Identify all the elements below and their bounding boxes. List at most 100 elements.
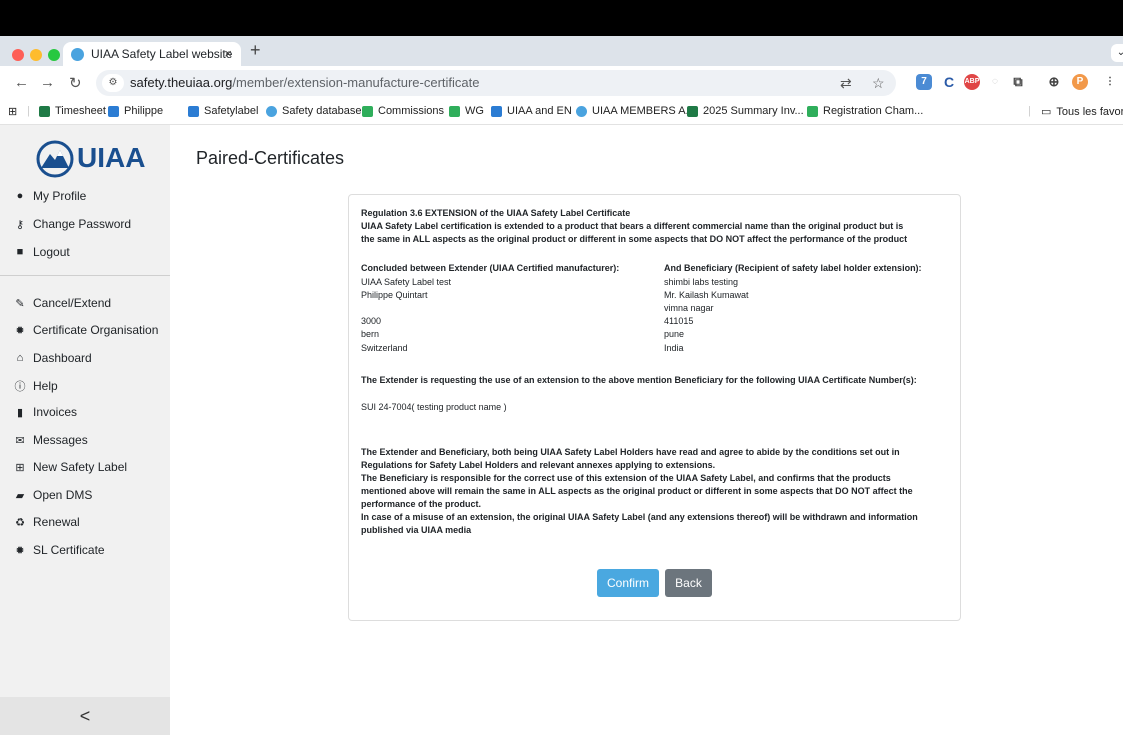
bookmarks-bar: ⊞ | Timesheet Philippe Safetylabel Safet…	[0, 100, 1123, 125]
address-row: ← → ↻ ⚙ safety.theuiaa.org/member/extens…	[0, 66, 1123, 100]
bookmark-item[interactable]: Registration Cham...	[807, 105, 923, 117]
tab-title: UIAA Safety Label website	[91, 47, 233, 61]
browser-tab[interactable]: UIAA Safety Label website ×	[63, 42, 241, 66]
all-bookmarks-folder[interactable]: ▭Tous les favoris	[1041, 105, 1123, 119]
sidebar-item-messages[interactable]: ✉ Messages	[14, 433, 87, 447]
sheets-icon	[807, 105, 818, 117]
bookmark-item[interactable]: Philippe	[108, 105, 163, 117]
file-icon: ▮	[16, 406, 24, 419]
forward-arrow-icon[interactable]: →	[40, 74, 55, 91]
extension-circle-icon[interactable]: ◌	[987, 74, 1003, 90]
lock-icon: ■	[16, 246, 24, 258]
bookmark-item[interactable]: Safety database	[266, 105, 362, 117]
extender-company: UIAA Safety Label test	[361, 277, 452, 287]
beneficiary-city: pune	[664, 329, 685, 339]
sidebar-divider	[0, 275, 170, 276]
home-icon: ⌂	[16, 352, 24, 364]
bookmark-item[interactable]: UIAA and EN	[491, 105, 572, 117]
bookmark-item[interactable]: Commissions	[362, 105, 444, 117]
sidebar-item-open-dms[interactable]: ▰ Open DMS	[14, 488, 93, 502]
sidebar-item-dashboard[interactable]: ⌂ Dashboard	[14, 351, 92, 365]
address-bar[interactable]: ⚙ safety.theuiaa.org/member/extension-ma…	[96, 70, 896, 96]
bookmark-star-icon[interactable]: ☆	[872, 70, 885, 96]
extender-postal-code: 3000	[361, 316, 382, 326]
bookmark-item[interactable]: WG	[449, 105, 484, 117]
adblock-icon[interactable]: ABP	[964, 74, 980, 90]
beneficiary-address: vimna nagar	[664, 303, 714, 313]
back-button[interactable]: Back	[665, 569, 712, 597]
folder-icon: ▰	[15, 489, 25, 502]
reload-icon[interactable]: ↻	[69, 74, 82, 92]
close-window-icon[interactable]	[12, 49, 24, 61]
request-text: The Extender is requesting the use of an…	[361, 375, 917, 385]
back-arrow-icon[interactable]: ←	[14, 74, 29, 91]
sidebar-item-sl-certificate[interactable]: ✹ SL Certificate	[14, 543, 104, 557]
terms-text: In case of a misuse of an extension, the…	[361, 512, 918, 522]
beneficiary-heading: And Beneficiary (Recipient of safety lab…	[664, 263, 922, 273]
folder-icon: ▭	[1041, 106, 1052, 118]
excel-icon	[687, 105, 698, 117]
outlook-icon	[108, 105, 119, 117]
terms-text: Regulations for Safety Label Holders and…	[361, 460, 716, 470]
terms-text: performance of the product.	[361, 499, 482, 509]
regulation-text: UIAA Safety Label certification is exten…	[361, 221, 904, 231]
apps-grid-icon[interactable]: ⊞	[8, 105, 17, 118]
window-top-bar	[0, 0, 1123, 36]
sidebar-collapse-button[interactable]: <	[0, 697, 170, 735]
bookmark-item[interactable]: Safetylabel	[188, 105, 258, 117]
maximize-window-icon[interactable]	[48, 49, 60, 61]
sidebar-item-renewal[interactable]: ♻ Renewal	[14, 515, 80, 529]
uiaa-logo[interactable]: UIAA	[35, 138, 145, 178]
tab-search-chevron-icon[interactable]: ⌄	[1111, 44, 1123, 62]
profile-avatar[interactable]: P	[1072, 74, 1088, 90]
extension-calendar-icon[interactable]: 7	[916, 74, 932, 90]
sidebar: UIAA ● My Profile ⚷ Change Password ■ Logou…	[0, 125, 170, 735]
user-icon: ●	[16, 190, 24, 202]
browser-menu-icon[interactable]: ⋮	[1102, 74, 1118, 90]
extension-certificate-card: Regulation 3.6 EXTENSION of the UIAA Saf…	[348, 194, 961, 621]
sidebar-item-change-password[interactable]: ⚷ Change Password	[14, 217, 131, 231]
extender-heading: Concluded between Extender (UIAA Certifi…	[361, 263, 620, 273]
bookmark-item[interactable]: 2025 Summary Inv...	[687, 105, 804, 117]
beneficiary-postal-code: 411015	[664, 316, 694, 326]
sidebar-item-help[interactable]: ⓘ Help	[14, 378, 58, 394]
window-controls[interactable]	[12, 48, 66, 66]
sidebar-item-my-profile[interactable]: ● My Profile	[14, 189, 87, 203]
download-icon[interactable]: ⊕	[1046, 74, 1062, 90]
logo-text: UIAA	[77, 142, 146, 173]
beneficiary-company: shimbi labs testing	[664, 277, 739, 287]
excel-icon	[39, 105, 50, 117]
sidebar-item-new-safety-label[interactable]: ⊞ New Safety Label	[14, 460, 127, 474]
sidebar-item-certificate-organisation[interactable]: ✹ Certificate Organisation	[14, 323, 158, 337]
terms-text: mentioned above will remain the same in …	[361, 486, 913, 496]
extender-contact: Philippe Quintart	[361, 290, 428, 300]
extension-c-icon[interactable]: C	[941, 74, 957, 90]
bookmark-divider: |	[27, 105, 30, 117]
word-icon	[491, 105, 502, 117]
site-settings-icon[interactable]: ⚙	[102, 74, 124, 92]
bookmark-item[interactable]: UIAA MEMBERS A...	[576, 105, 695, 117]
page-title: Paired-Certificates	[196, 148, 345, 168]
url-text: safety.theuiaa.org/member/extension-manu…	[130, 75, 480, 90]
bookmark-item[interactable]: Timesheet	[39, 105, 106, 117]
sheets-icon	[449, 105, 460, 117]
key-icon: ⚷	[15, 218, 25, 231]
uiaa-logo-mark-icon	[36, 140, 74, 178]
sidebar-item-invoices[interactable]: ▮ Invoices	[14, 405, 77, 419]
new-tab-button[interactable]: +	[250, 40, 261, 61]
terms-text: The Extender and Beneficiary, both being…	[361, 447, 900, 457]
outlook-icon	[188, 105, 199, 117]
bookmark-divider: |	[1028, 105, 1031, 117]
extensions-puzzle-icon[interactable]: ⧉	[1010, 74, 1026, 90]
plus-square-icon: ⊞	[15, 461, 25, 474]
tab-close-icon[interactable]: ×	[224, 46, 232, 61]
envelope-icon: ✉	[15, 434, 25, 447]
translate-icon[interactable]: ⇄	[840, 70, 852, 96]
confirm-button[interactable]: Confirm	[597, 569, 659, 597]
sidebar-item-logout[interactable]: ■ Logout	[14, 245, 70, 259]
sheets-icon	[362, 105, 373, 117]
minimize-window-icon[interactable]	[30, 49, 42, 61]
uiaa-favicon-icon	[266, 105, 277, 117]
sidebar-item-cancel-extend[interactable]: ✎ Cancel/Extend	[14, 296, 111, 310]
extender-country: Switzerland	[361, 343, 408, 353]
